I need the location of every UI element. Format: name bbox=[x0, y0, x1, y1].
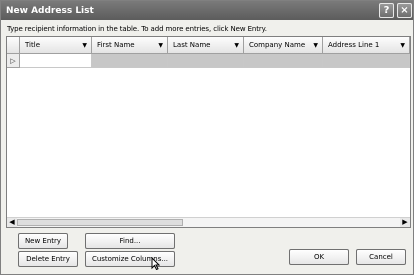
table-row[interactable]: ▷ bbox=[7, 54, 410, 68]
chevron-down-icon[interactable]: ▼ bbox=[82, 42, 87, 49]
find-button[interactable]: Find... bbox=[85, 233, 175, 249]
cell-first-name[interactable] bbox=[92, 54, 168, 68]
chevron-down-icon[interactable]: ▼ bbox=[158, 42, 163, 49]
new-entry-button[interactable]: New Entry bbox=[18, 233, 68, 249]
column-header-title[interactable]: Title ▼ bbox=[20, 37, 92, 54]
new-address-list-dialog: New Address List ? × Type recipient info… bbox=[0, 0, 414, 275]
help-button[interactable]: ? bbox=[379, 3, 394, 18]
ok-button[interactable]: OK bbox=[289, 249, 349, 265]
scroll-right-icon[interactable]: ▶ bbox=[400, 218, 410, 227]
cell-address-line-1[interactable] bbox=[323, 54, 410, 68]
chevron-down-icon[interactable]: ▼ bbox=[234, 42, 239, 49]
chevron-down-icon[interactable]: ▼ bbox=[313, 42, 318, 49]
delete-entry-button[interactable]: Delete Entry bbox=[18, 251, 78, 267]
chevron-down-icon[interactable]: ▼ bbox=[400, 42, 405, 49]
scroll-left-icon[interactable]: ◀ bbox=[7, 218, 17, 227]
title-bar: New Address List bbox=[1, 1, 413, 20]
address-table[interactable]: Title ▼ First Name ▼ Last Name ▼ Company… bbox=[6, 36, 411, 228]
close-button[interactable]: × bbox=[397, 3, 412, 18]
cancel-button[interactable]: Cancel bbox=[356, 249, 406, 265]
column-header-company-name[interactable]: Company Name ▼ bbox=[244, 37, 323, 54]
window-title: New Address List bbox=[6, 5, 94, 16]
column-header-address-line-1[interactable]: Address Line 1 ▼ bbox=[323, 37, 410, 54]
cell-company-name[interactable] bbox=[244, 54, 323, 68]
column-header-last-name[interactable]: Last Name ▼ bbox=[168, 37, 244, 54]
row-selector-icon[interactable]: ▷ bbox=[7, 54, 20, 68]
horizontal-scrollbar[interactable]: ◀ ▶ bbox=[7, 217, 410, 227]
customize-columns-button[interactable]: Customize Columns... bbox=[85, 251, 175, 267]
header-corner bbox=[7, 37, 20, 54]
cell-title[interactable] bbox=[20, 54, 92, 68]
mouse-pointer-icon bbox=[151, 256, 161, 273]
scrollbar-thumb[interactable] bbox=[17, 219, 183, 226]
instruction-text: Type recipient information in the table.… bbox=[7, 25, 267, 33]
table-header: Title ▼ First Name ▼ Last Name ▼ Company… bbox=[7, 37, 410, 54]
cell-last-name[interactable] bbox=[168, 54, 244, 68]
column-header-first-name[interactable]: First Name ▼ bbox=[92, 37, 168, 54]
